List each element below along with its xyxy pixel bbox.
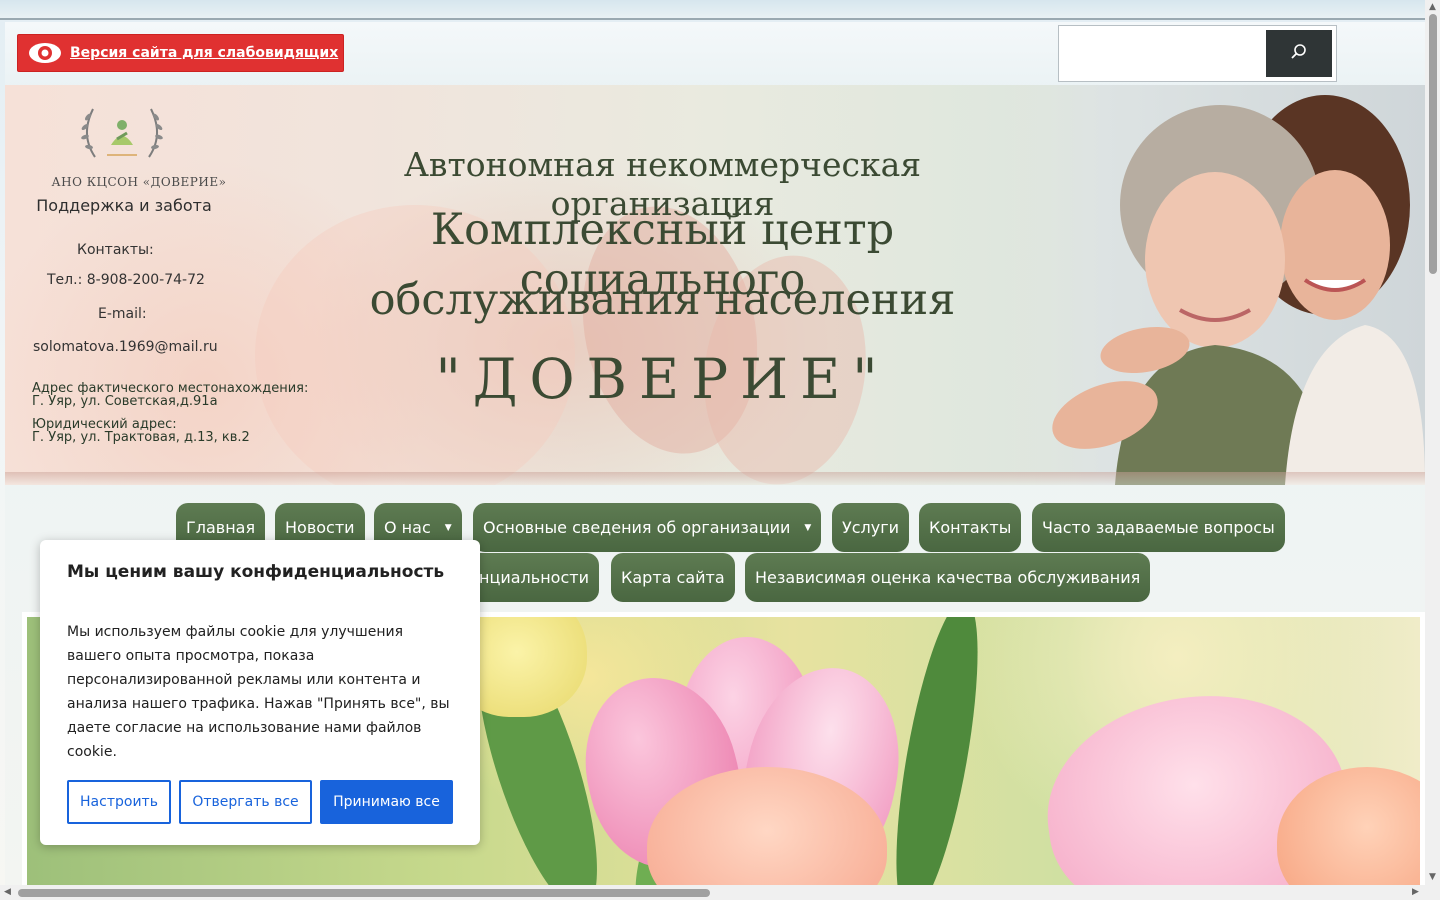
horizontal-scrollbar[interactable]: ◀ ▶	[0, 885, 1425, 900]
nav-label: Контакты	[929, 518, 1012, 537]
nav-item-contacts[interactable]: Контакты	[919, 503, 1022, 552]
title-line-3: обслуживания населения	[369, 275, 956, 325]
scroll-up-icon[interactable]: ▲	[1429, 2, 1436, 12]
nav-label: Независимая оценка качества обслуживания	[755, 568, 1141, 587]
nav-item-org-info[interactable]: Основные сведения об организации ▼	[473, 503, 822, 552]
address-actual: Г. Уяр, ул. Советская,д.91а	[32, 394, 218, 409]
cookie-accept-button[interactable]: Принимаю все	[320, 780, 453, 824]
slogan: Поддержка и забота	[36, 196, 212, 215]
nav-label: О нас	[384, 518, 431, 537]
caret-down-icon: ▼	[444, 522, 452, 533]
nav-label: Главная	[186, 518, 256, 537]
nav-label: нциальности	[479, 568, 589, 587]
cookie-consent-dialog: Мы ценим вашу конфиденциальность Мы испо…	[40, 540, 480, 845]
horizontal-scroll-thumb[interactable]	[18, 889, 710, 897]
nav-item-services[interactable]: Услуги	[832, 503, 910, 552]
search-button[interactable]	[1266, 30, 1332, 77]
nav-item-quality-assessment[interactable]: Независимая оценка качества обслуживания	[745, 553, 1151, 602]
phone-number: Тел.: 8-908-200-74-72	[47, 272, 205, 288]
eye-icon	[28, 41, 62, 65]
top-bar: Версия сайта для слабовидящих	[5, 22, 1425, 85]
search-icon	[1290, 43, 1308, 64]
low-vision-version-label: Версия сайта для слабовидящих	[70, 45, 339, 61]
nav-label: Карта сайта	[621, 568, 725, 587]
cookie-text: Мы используем файлы cookie для улучшения…	[67, 624, 450, 760]
nav-item-faq[interactable]: Часто задаваемые вопросы	[1032, 503, 1285, 552]
search-input[interactable]	[1059, 26, 1265, 81]
banner-bottom-edge	[5, 472, 1425, 485]
contacts-label: Контакты:	[77, 242, 154, 258]
vertical-scroll-thumb[interactable]	[1429, 14, 1437, 274]
title-line-4: "ДОВЕРИЕ"	[435, 347, 890, 411]
scroll-right-icon[interactable]: ▶	[1412, 887, 1419, 897]
scroll-left-icon[interactable]: ◀	[4, 887, 11, 897]
browser-top-edge	[0, 0, 1425, 20]
scroll-down-icon[interactable]: ▼	[1429, 872, 1436, 882]
low-vision-version-button[interactable]: Версия сайта для слабовидящих	[17, 34, 344, 72]
cookie-customize-button[interactable]: Настроить	[67, 780, 171, 824]
nav-label: Услуги	[842, 518, 900, 537]
nav-label: Основные сведения об организации	[483, 518, 791, 537]
org-short-name: АНО КЦСОН «ДОВЕРИЕ»	[51, 175, 227, 189]
cookie-title: Мы ценим вашу конфиденциальность	[67, 562, 445, 582]
women-photo	[995, 85, 1425, 485]
nav-label: Часто задаваемые вопросы	[1042, 518, 1275, 537]
email-label: E-mail:	[98, 306, 147, 322]
vertical-scrollbar[interactable]: ▲ ▼	[1425, 0, 1440, 900]
search-box	[1058, 25, 1337, 82]
laurel-logo-icon	[75, 105, 169, 163]
email-address: solomatova.1969@mail.ru	[33, 339, 218, 355]
caret-down-icon: ▼	[804, 522, 812, 533]
header-banner: АНО КЦСОН «ДОВЕРИЕ» Поддержка и забота К…	[5, 85, 1425, 485]
address-legal: Г. Уяр, ул. Трактовая, д.13, кв.2	[32, 430, 250, 445]
cookie-reject-button[interactable]: Отвергать все	[179, 780, 312, 824]
nav-item-sitemap[interactable]: Карта сайта	[611, 553, 735, 602]
nav-label: Новости	[285, 518, 355, 537]
